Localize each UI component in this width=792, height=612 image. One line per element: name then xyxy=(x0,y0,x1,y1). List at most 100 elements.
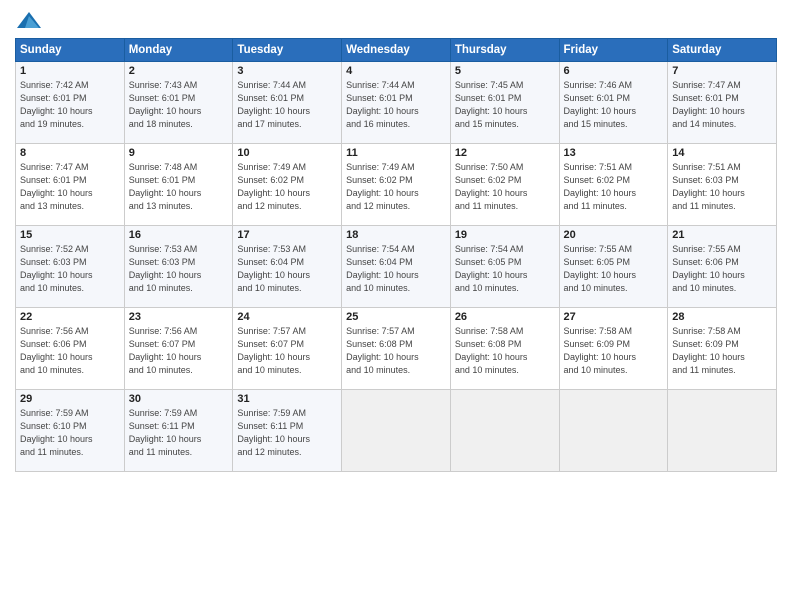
day-info: Sunrise: 7:54 AMSunset: 6:05 PMDaylight:… xyxy=(455,243,555,295)
calendar-week-row: 15Sunrise: 7:52 AMSunset: 6:03 PMDayligh… xyxy=(16,226,777,308)
daylight-label: Daylight: 10 hours xyxy=(672,106,745,116)
calendar-cell xyxy=(450,390,559,472)
daylight-value: and 15 minutes. xyxy=(455,119,519,129)
daylight-value: and 10 minutes. xyxy=(564,365,628,375)
calendar-cell: 1Sunrise: 7:42 AMSunset: 6:01 PMDaylight… xyxy=(16,62,125,144)
sunrise: Sunrise: 7:57 AM xyxy=(346,326,415,336)
day-number: 25 xyxy=(346,311,446,323)
sunrise: Sunrise: 7:58 AM xyxy=(455,326,524,336)
sunrise: Sunrise: 7:51 AM xyxy=(672,162,741,172)
calendar-cell: 8 Sunrise: 7:47 AMSunset: 6:01 PMDaylight… xyxy=(16,144,125,226)
sunrise: Sunrise: 7:59 AM xyxy=(20,408,89,418)
day-number: 12 xyxy=(455,147,555,159)
daylight-value: and 10 minutes. xyxy=(672,283,736,293)
day-number: 19 xyxy=(455,229,555,241)
calendar-cell: 10Sunrise: 7:49 AMSunset: 6:02 PMDayligh… xyxy=(233,144,342,226)
sunrise: Sunrise: 7:45 AM xyxy=(455,80,524,90)
daylight-label: Daylight: 10 hours xyxy=(672,270,745,280)
calendar-cell: 14Sunrise: 7:51 AMSunset: 6:03 PMDayligh… xyxy=(668,144,777,226)
calendar-cell: 26Sunrise: 7:58 AMSunset: 6:08 PMDayligh… xyxy=(450,308,559,390)
day-info: Sunrise: 7:44 AMSunset: 6:01 PMDaylight:… xyxy=(237,79,337,131)
weekday-header-row: SundayMondayTuesdayWednesdayThursdayFrid… xyxy=(16,39,777,62)
daylight-value: and 18 minutes. xyxy=(129,119,193,129)
calendar-cell: 17 Sunrise: 7:53 AMSunset: 6:04 PMDayligh… xyxy=(233,226,342,308)
day-number: 18 xyxy=(346,229,446,241)
sunset: Sunset: 6:01 PM xyxy=(129,93,196,103)
sunset: Sunset: 6:06 PM xyxy=(672,257,739,267)
sunset: Sunset: 6:05 PM xyxy=(564,257,631,267)
sunrise: Sunrise: 7:46 AM xyxy=(564,80,633,90)
weekday-header-monday: Monday xyxy=(124,39,233,62)
sunset: Sunset: 6:03 PM xyxy=(20,257,87,267)
day-number: 13 xyxy=(564,147,664,159)
sunset: Sunset: 6:07 PM xyxy=(129,339,196,349)
daylight-label: Daylight: 10 hours xyxy=(564,106,637,116)
sunrise: Sunrise: 7:56 AM xyxy=(129,326,198,336)
daylight-value: and 10 minutes. xyxy=(129,365,193,375)
calendar-cell: 20Sunrise: 7:55 AMSunset: 6:05 PMDayligh… xyxy=(559,226,668,308)
calendar-week-row: 29Sunrise: 7:59 AMSunset: 6:10 PMDayligh… xyxy=(16,390,777,472)
daylight-label: Daylight: 10 hours xyxy=(237,434,310,444)
logo-icon xyxy=(15,10,43,32)
daylight-label: Daylight: 10 hours xyxy=(672,188,745,198)
calendar-cell: 5Sunrise: 7:45 AMSunset: 6:01 PMDaylight… xyxy=(450,62,559,144)
sunrise: Sunrise: 7:43 AM xyxy=(129,80,198,90)
day-number: 4 xyxy=(346,65,446,77)
day-number: 8 xyxy=(20,147,120,159)
day-info: Sunrise: 7:42 AMSunset: 6:01 PMDaylight:… xyxy=(20,79,120,131)
sunrise: Sunrise: 7:55 AM xyxy=(672,244,741,254)
sunrise: Sunrise: 7:59 AM xyxy=(129,408,198,418)
calendar-cell xyxy=(559,390,668,472)
header xyxy=(15,10,777,32)
sunset: Sunset: 6:08 PM xyxy=(346,339,413,349)
sunset: Sunset: 6:01 PM xyxy=(20,175,87,185)
day-number: 17 xyxy=(237,229,337,241)
calendar-table: SundayMondayTuesdayWednesdayThursdayFrid… xyxy=(15,38,777,472)
calendar-cell: 4Sunrise: 7:44 AMSunset: 6:01 PMDaylight… xyxy=(342,62,451,144)
daylight-label: Daylight: 10 hours xyxy=(20,352,93,362)
sunrise: Sunrise: 7:53 AM xyxy=(237,244,306,254)
daylight-label: Daylight: 10 hours xyxy=(346,352,419,362)
sunrise: Sunrise: 7:49 AM xyxy=(237,162,306,172)
day-number: 28 xyxy=(672,311,772,323)
day-number: 23 xyxy=(129,311,229,323)
sunrise: Sunrise: 7:56 AM xyxy=(20,326,89,336)
day-number: 3 xyxy=(237,65,337,77)
day-info: Sunrise: 7:53 AMSunset: 6:04 PMDaylight:… xyxy=(237,243,337,295)
day-info: Sunrise: 7:47 AMSunset: 6:01 PMDaylight:… xyxy=(20,161,120,213)
day-info: Sunrise: 7:56 AMSunset: 6:07 PMDaylight:… xyxy=(129,325,229,377)
sunrise: Sunrise: 7:50 AM xyxy=(455,162,524,172)
calendar-cell: 29Sunrise: 7:59 AMSunset: 6:10 PMDayligh… xyxy=(16,390,125,472)
calendar-cell: 21 Sunrise: 7:55 AM Sunset: 6:06 PM Dayligh… xyxy=(668,226,777,308)
day-info: Sunrise: 7:43 AMSunset: 6:01 PMDaylight:… xyxy=(129,79,229,131)
daylight-value: and 10 minutes. xyxy=(237,365,301,375)
calendar-cell: 16Sunrise: 7:53 AMSunset: 6:03 PMDayligh… xyxy=(124,226,233,308)
day-number: 16 xyxy=(129,229,229,241)
daylight-value: and 10 minutes. xyxy=(129,283,193,293)
calendar-cell: 3 Sunrise: 7:44 AMSunset: 6:01 PMDaylight… xyxy=(233,62,342,144)
sunset: Sunset: 6:02 PM xyxy=(455,175,522,185)
sunset: Sunset: 6:02 PM xyxy=(346,175,413,185)
day-info: Sunrise: 7:52 AMSunset: 6:03 PMDaylight:… xyxy=(20,243,120,295)
calendar-cell: 23Sunrise: 7:56 AMSunset: 6:07 PMDayligh… xyxy=(124,308,233,390)
calendar-cell: 19 Sunrise: 7:54 AMSunset: 6:05 PMDayligh… xyxy=(450,226,559,308)
day-number: 20 xyxy=(564,229,664,241)
day-number: 11 xyxy=(346,147,446,159)
calendar-cell: 27Sunrise: 7:58 AMSunset: 6:09 PMDayligh… xyxy=(559,308,668,390)
calendar-cell xyxy=(342,390,451,472)
calendar-cell: 28Sunrise: 7:58 AMSunset: 6:09 PMDayligh… xyxy=(668,308,777,390)
daylight-value: and 10 minutes. xyxy=(237,283,301,293)
daylight-label: Daylight: 10 hours xyxy=(237,106,310,116)
day-info: Sunrise: 7:57 AM Sunset: 6:08 PM Daylight:… xyxy=(346,325,446,377)
daylight-label: Daylight: 10 hours xyxy=(20,434,93,444)
daylight-label: Daylight: 10 hours xyxy=(455,270,528,280)
daylight-value: and 16 minutes. xyxy=(346,119,410,129)
daylight-value: and 17 minutes. xyxy=(237,119,301,129)
daylight-value: and 11 minutes. xyxy=(564,201,627,211)
daylight-value: and 11 minutes. xyxy=(129,447,192,457)
day-number: 24 xyxy=(237,311,337,323)
daylight-label: Daylight: 10 hours xyxy=(129,188,202,198)
sunset: Sunset: 6:09 PM xyxy=(564,339,631,349)
day-number: 21 xyxy=(672,229,772,241)
daylight-label: Daylight: 10 hours xyxy=(564,352,637,362)
